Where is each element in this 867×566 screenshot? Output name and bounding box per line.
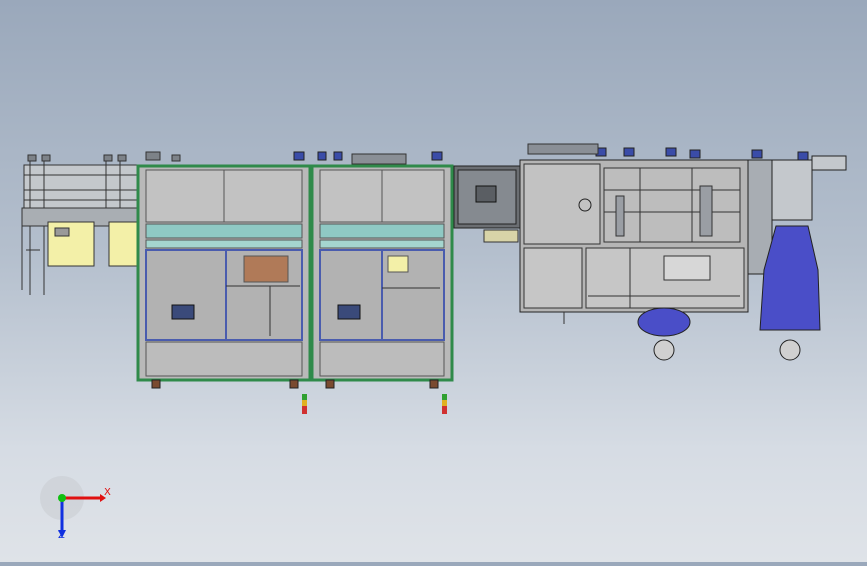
connector-module	[453, 165, 521, 243]
cabinet-1	[136, 164, 312, 382]
z-axis-label: Z	[58, 530, 65, 541]
axis-triad	[40, 476, 106, 538]
cad-viewport[interactable]: X Z	[0, 0, 867, 562]
infeed-fixtures	[27, 151, 181, 162]
signal-tower-2	[442, 394, 447, 414]
signal-tower-1	[302, 394, 307, 414]
cabinet-2	[310, 164, 454, 382]
x-axis-label: X	[104, 487, 111, 498]
infeed-conveyor	[21, 160, 143, 295]
assembly-drawing	[21, 143, 847, 538]
operator-figure-1	[637, 307, 691, 361]
right-top-fixtures	[595, 147, 809, 161]
